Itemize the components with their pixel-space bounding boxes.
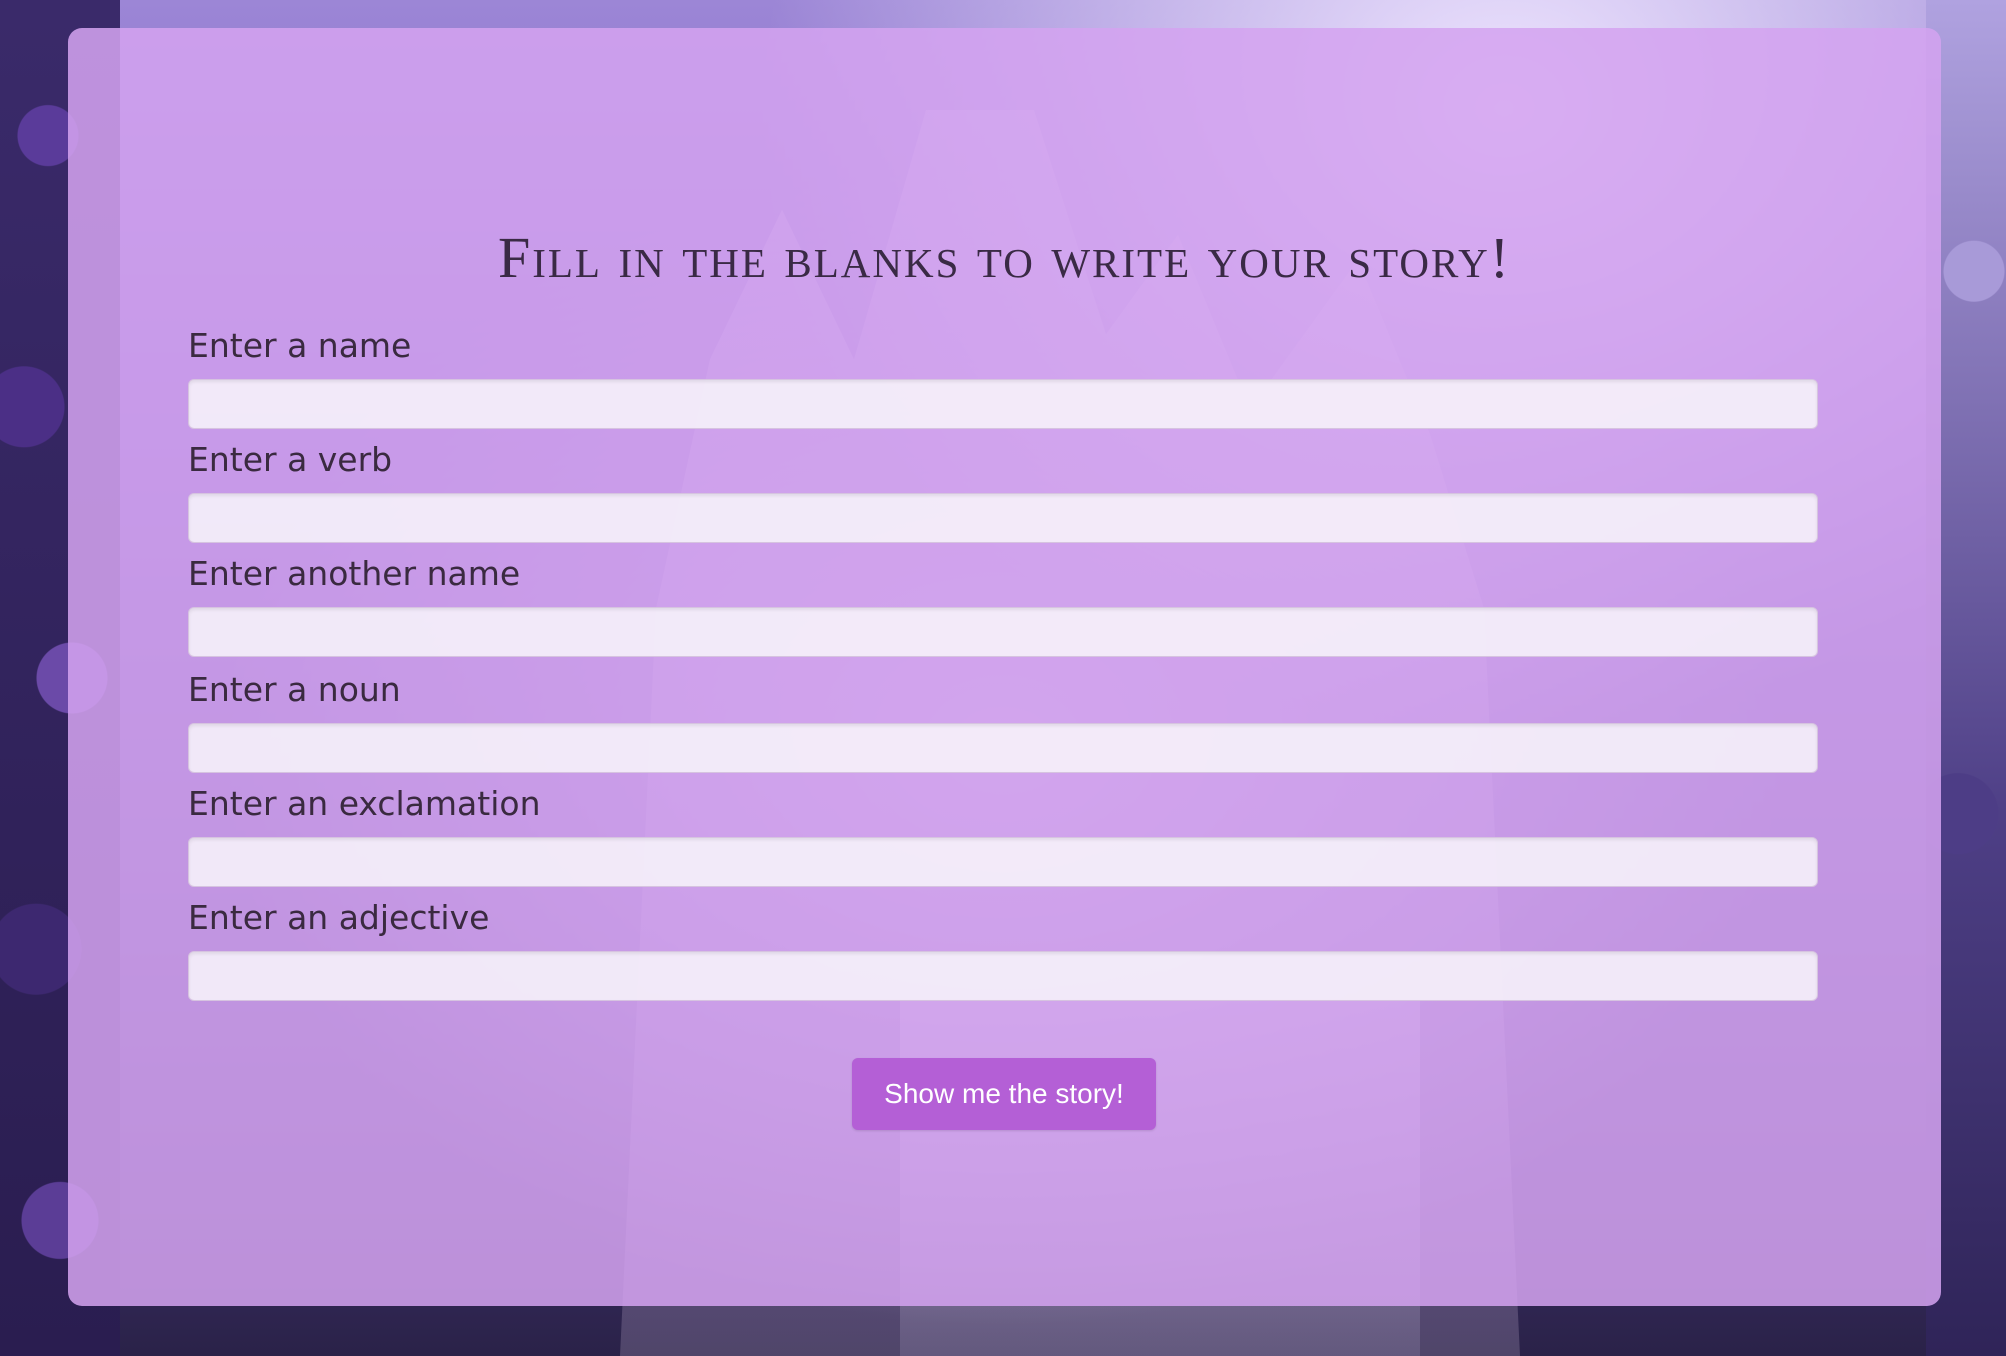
verb-label: Enter a verb [188,440,393,479]
show-story-button[interactable]: Show me the story! [852,1058,1156,1130]
verb-input[interactable] [188,493,1818,543]
story-form-card: Fill in the blanks to write your story! … [68,28,1941,1306]
exclamation-label: Enter an exclamation [188,784,541,823]
another-name-input[interactable] [188,607,1818,657]
noun-input[interactable] [188,723,1818,773]
another-name-label: Enter another name [188,554,521,593]
adjective-input[interactable] [188,951,1818,1001]
adjective-label: Enter an adjective [188,898,490,937]
exclamation-input[interactable] [188,837,1818,887]
name-label: Enter a name [188,326,412,365]
name-input[interactable] [188,379,1818,429]
page-title: Fill in the blanks to write your story! [497,225,1512,290]
noun-label: Enter a noun [188,670,401,709]
